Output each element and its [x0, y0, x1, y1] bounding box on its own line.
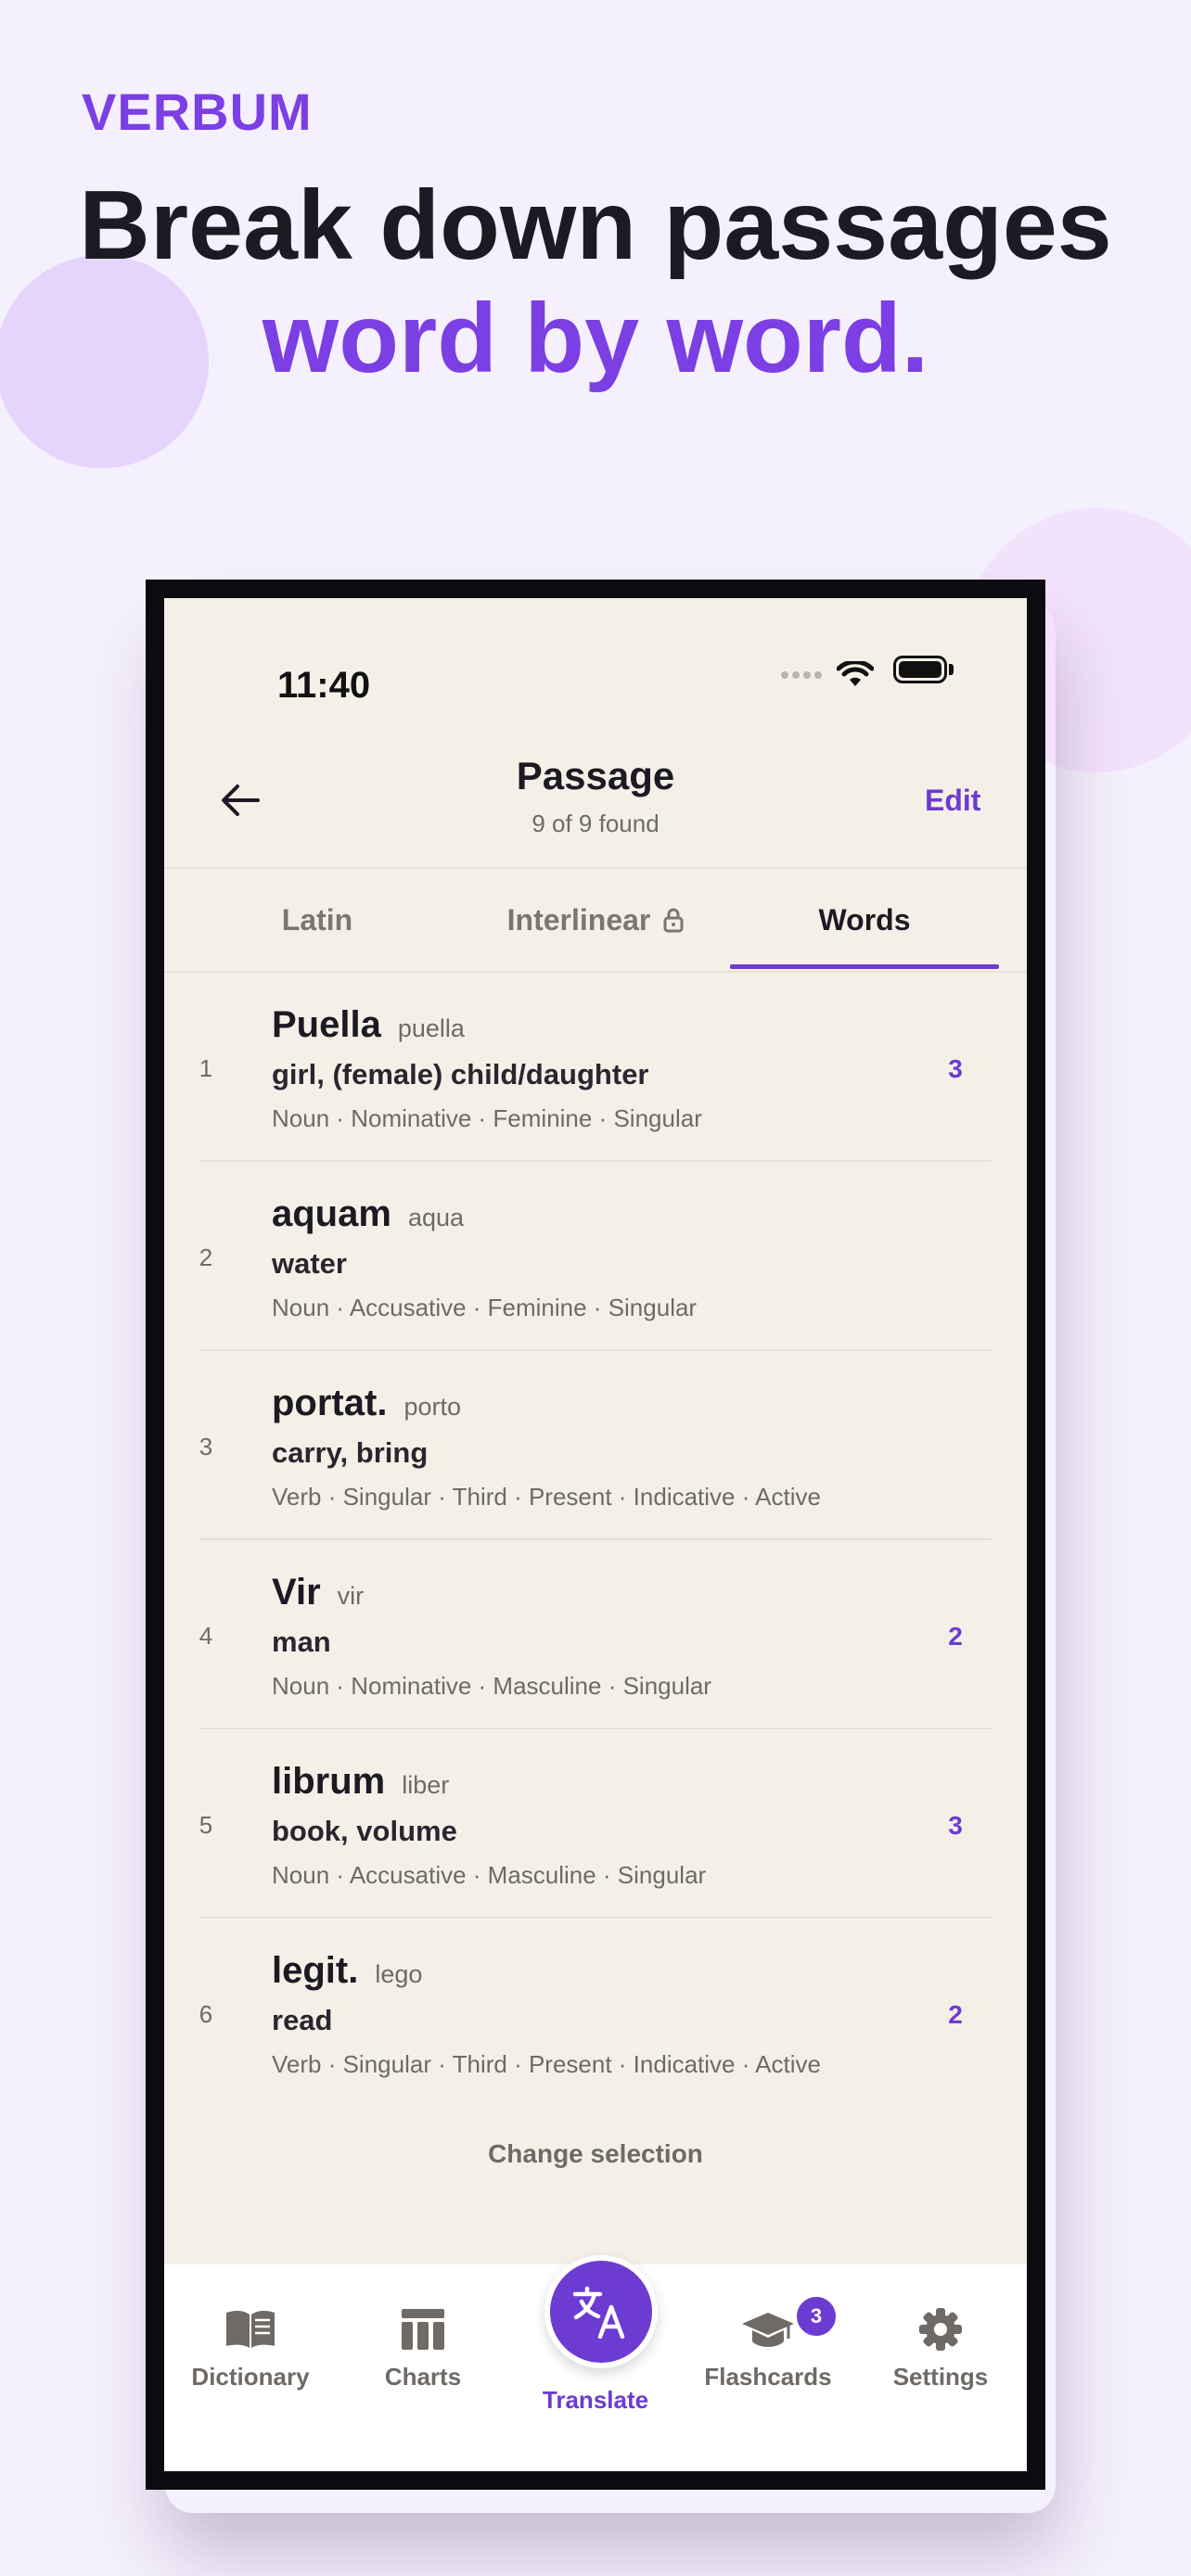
app-screen: 11:40 Passage 9 of 9 found Edit Latin In…	[164, 598, 1027, 2471]
tab-latin-label: Latin	[281, 902, 353, 937]
word-meaning: girl, (female) child/daughter	[272, 1058, 649, 1090]
word-lemma: lego	[375, 1960, 423, 1988]
word-row[interactable]: 2 aquam aqua water Noun · Accusative · F…	[164, 1162, 1027, 1351]
word-form: Vir	[272, 1572, 321, 1613]
word-index: 5	[198, 1811, 213, 1839]
battery-tip	[949, 664, 954, 675]
flashcards-badge: 3	[794, 2294, 839, 2339]
word-lemma: vir	[337, 1582, 365, 1610]
tab-selection-indicator	[730, 964, 999, 969]
bottom-tab-bar: Dictionary Charts Translate 3 Flashcards…	[164, 2255, 1027, 2471]
tab-words[interactable]: Words	[730, 869, 999, 971]
occurrence-count: 2	[948, 2000, 963, 2029]
word-lemma: puella	[397, 1014, 465, 1042]
word-lemma: porto	[403, 1393, 461, 1421]
word-index: 2	[198, 1243, 213, 1271]
tab-settings-label: Settings	[892, 2363, 989, 2391]
occurrence-count: 3	[948, 1054, 963, 1083]
tab-interlinear-label: Interlinear	[506, 902, 651, 937]
word-list: 1 Puella puella girl, (female) child/dau…	[164, 973, 1027, 2108]
signal-icon	[781, 671, 822, 679]
gear-icon	[919, 2308, 962, 2351]
headline-line-2: word by word.	[262, 284, 929, 393]
tab-interlinear[interactable]: Interlinear	[461, 869, 730, 971]
word-meaning: book, volume	[272, 1815, 457, 1847]
word-grammar-tags: Noun · Nominative · Feminine · Singular	[272, 1104, 702, 1132]
status-time: 11:40	[277, 665, 371, 706]
word-form: legit.	[272, 1950, 359, 1991]
word-form: portat.	[272, 1383, 388, 1423]
word-form: aquam	[272, 1193, 391, 1234]
translate-button[interactable]	[544, 2255, 658, 2368]
device-frame: 11:40 Passage 9 of 9 found Edit Latin In…	[146, 580, 1045, 2490]
word-form: librum	[272, 1761, 386, 1802]
tab-dictionary[interactable]: Dictionary	[164, 2302, 337, 2391]
word-row[interactable]: 6 legit. lego read Verb · Singular · Thi…	[164, 1919, 1027, 2108]
word-row[interactable]: 4 Vir vir man Noun · Nominative · Mascul…	[164, 1540, 1027, 1729]
status-icons	[781, 661, 874, 689]
word-lemma: liber	[402, 1771, 450, 1799]
word-form: Puella	[272, 1004, 381, 1045]
tab-settings[interactable]: Settings	[854, 2302, 1027, 2391]
word-lemma: aqua	[407, 1204, 465, 1231]
word-index: 4	[198, 1622, 213, 1650]
brand-name: VERBUM	[82, 83, 313, 141]
occurrence-count: 2	[948, 1622, 963, 1651]
wifi-icon	[837, 661, 874, 686]
word-meaning: read	[272, 2004, 333, 2036]
word-row[interactable]: 5 librum liber book, volume Noun · Accus…	[164, 1729, 1027, 1919]
word-grammar-tags: Noun · Accusative · Feminine · Singular	[272, 1294, 698, 1321]
promo-headline: Break down passages word by word.	[0, 169, 1191, 395]
book-open-icon	[226, 2310, 275, 2348]
word-grammar-tags: Noun · Nominative · Masculine · Singular	[272, 1672, 711, 1700]
tab-words-label: Words	[818, 902, 911, 937]
graduation-cap-icon	[742, 2313, 794, 2347]
lock-icon	[663, 908, 684, 933]
tab-latin[interactable]: Latin	[183, 869, 452, 971]
tab-charts[interactable]: Charts	[337, 2302, 509, 2391]
tab-flashcards[interactable]: 3 Flashcards	[682, 2294, 854, 2391]
battery-icon	[893, 656, 947, 683]
tab-translate-label: Translate	[542, 2386, 649, 2414]
edit-button[interactable]: Edit	[925, 784, 980, 818]
tab-dictionary-label: Dictionary	[191, 2363, 310, 2391]
page-subtitle: 9 of 9 found	[531, 810, 660, 837]
word-index: 1	[198, 1054, 213, 1082]
word-meaning: water	[272, 1247, 347, 1280]
translate-icon	[572, 2286, 625, 2339]
segment-tabs: Latin Interlinear Words	[164, 869, 1027, 973]
page-title: Passage	[516, 754, 675, 797]
word-grammar-tags: Noun · Accusative · Masculine · Singular	[272, 1861, 707, 1889]
change-selection-button[interactable]: Change selection	[164, 2139, 1027, 2169]
word-row[interactable]: 3 portat. porto carry, bring Verb · Sing…	[164, 1351, 1027, 1540]
word-meaning: carry, bring	[272, 1436, 429, 1469]
word-grammar-tags: Verb · Singular · Third · Present · Indi…	[272, 1483, 821, 1511]
word-index: 3	[198, 1433, 213, 1460]
table-icon	[402, 2309, 444, 2350]
word-grammar-tags: Verb · Singular · Third · Present · Indi…	[272, 2050, 821, 2078]
tab-charts-label: Charts	[384, 2363, 462, 2391]
word-index: 6	[198, 2000, 213, 2028]
headline-line-1: Break down passages	[79, 171, 1112, 280]
tab-flashcards-label: Flashcards	[704, 2363, 832, 2391]
word-row[interactable]: 1 Puella puella girl, (female) child/dau…	[164, 973, 1027, 1162]
occurrence-count: 3	[948, 1811, 963, 1840]
word-meaning: man	[272, 1626, 331, 1658]
